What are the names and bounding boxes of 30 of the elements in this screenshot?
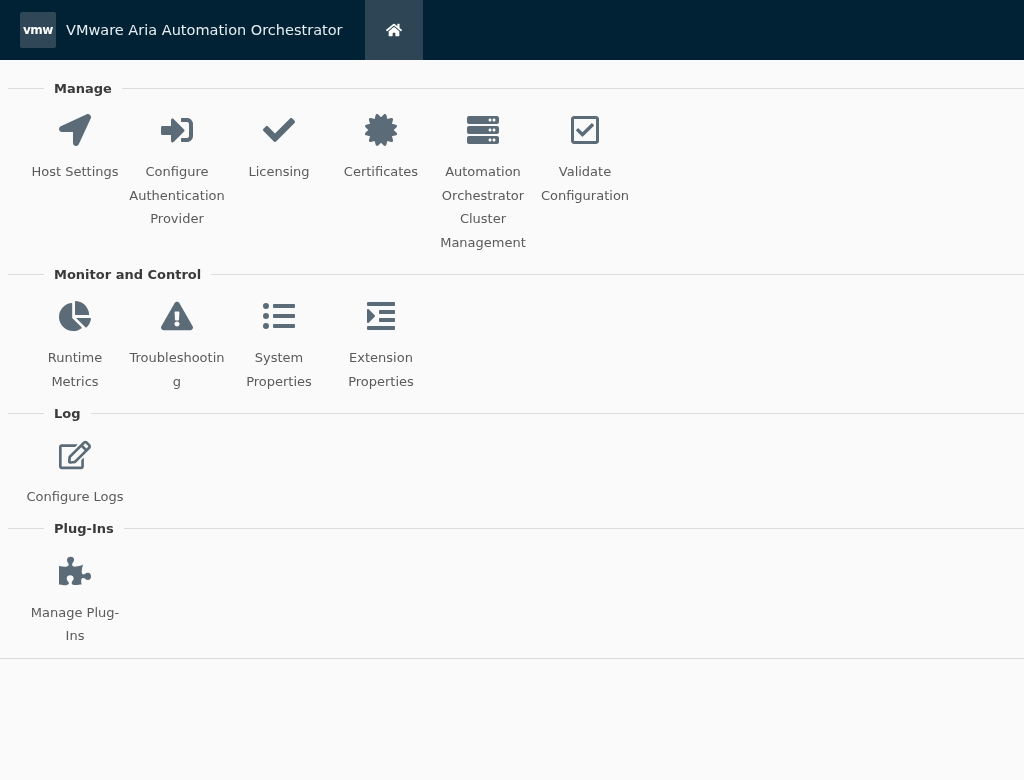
checkbox-icon [569, 114, 601, 146]
certificate-icon [365, 114, 397, 146]
section-title: Log [54, 405, 81, 421]
warning-icon [161, 300, 193, 332]
settings-item[interactable]: Validate Configuration [534, 110, 636, 254]
indent-icon [365, 300, 397, 332]
edit-icon [59, 439, 91, 471]
settings-item[interactable]: Configure Logs [24, 435, 126, 509]
settings-item[interactable]: System Properties [228, 296, 330, 393]
vmw-logo: vmw [20, 12, 56, 48]
section-title: Plug-Ins [54, 521, 114, 536]
settings-item[interactable]: Automation Orchestrator Cluster Management [432, 110, 534, 254]
settings-item[interactable]: Host Settings [24, 110, 126, 254]
home-icon [385, 22, 402, 38]
app-title: VMware Aria Automation Orchestrator [66, 22, 344, 38]
pie-chart-icon [59, 300, 91, 332]
location-arrow-icon [59, 114, 91, 146]
section-title: Manage [54, 80, 112, 96]
section-title: Monitor and Control [54, 266, 202, 282]
settings-item[interactable]: Certificates [330, 110, 432, 254]
home-tab[interactable] [364, 0, 423, 60]
server-icon [467, 114, 499, 146]
puzzle-piece-icon [59, 554, 91, 587]
settings-item[interactable]: Troubleshooting [126, 296, 228, 393]
settings-item[interactable]: Configure Authentication Provider [126, 110, 228, 254]
settings-item[interactable]: Licensing [228, 110, 330, 254]
settings-item[interactable]: Extension Properties [330, 296, 432, 393]
settings-item[interactable]: Manage Plug-Ins [24, 550, 126, 648]
list-icon [263, 300, 295, 332]
settings-item[interactable]: Runtime Metrics [24, 296, 126, 393]
